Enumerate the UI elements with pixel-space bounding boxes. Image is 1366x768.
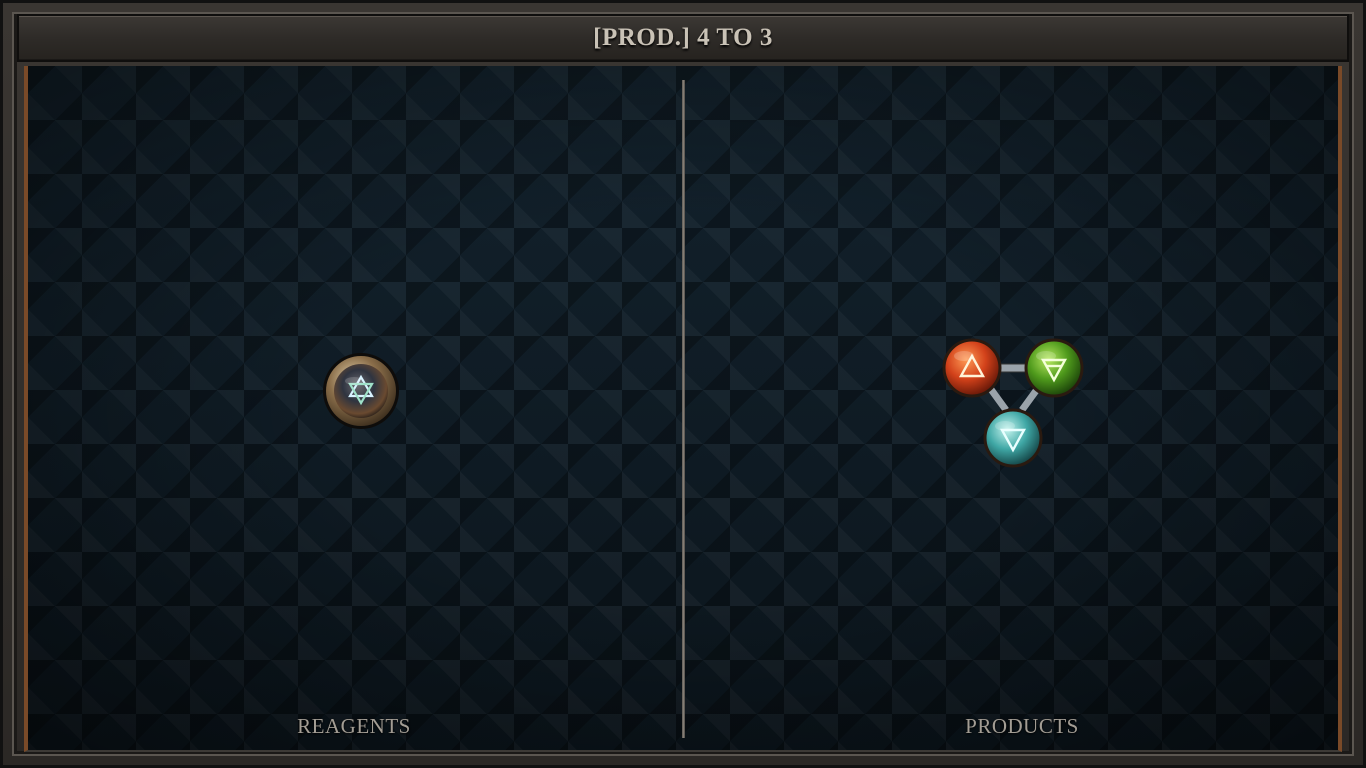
panel-divider [682,80,685,738]
quintessence-icon [323,353,399,429]
reagents-label: REAGENTS [297,714,411,738]
product-molecule[interactable] [928,306,1098,476]
puzzle-board: REAGENTS PRODUCTS [24,66,1342,752]
title-bar: [PROD.] 4 TO 3 [17,14,1349,62]
products-label: PRODUCTS [965,714,1079,738]
page-title: [PROD.] 4 TO 3 [593,24,773,51]
product-molecule-graphic [942,338,1084,468]
reagent-atom[interactable] [321,351,401,431]
